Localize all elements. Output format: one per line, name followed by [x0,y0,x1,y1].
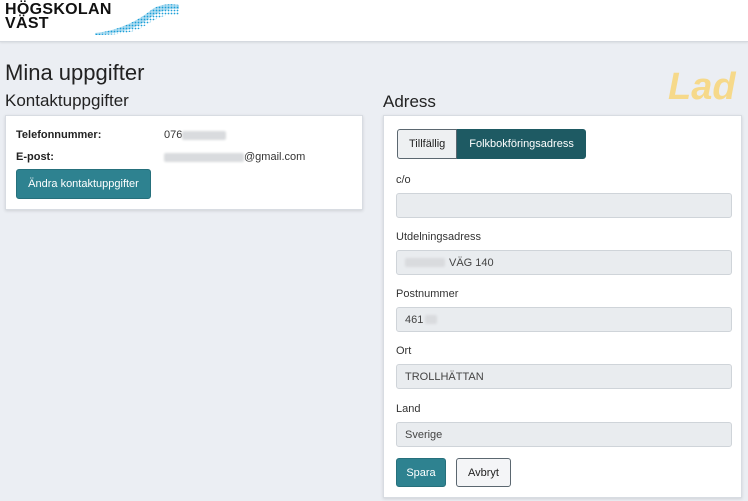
edit-contact-button[interactable]: Ändra kontaktuppgifter [16,169,151,199]
redacted-postal [425,315,438,324]
top-bar: HÖGSKOLAN VÄST [0,0,748,42]
country-input[interactable]: Sverige [396,422,732,447]
co-label: c/o [396,174,411,186]
postal-label: Postnummer [396,288,459,300]
address-type-tabs: Tillfällig Folkbokföringsadress [397,129,586,159]
university-logo[interactable]: HÖGSKOLAN VÄST [5,2,180,37]
street-value: VÄG 140 [449,256,494,269]
co-input[interactable] [396,193,732,218]
contact-section-title: Kontaktuppgifter [5,91,129,110]
street-label: Utdelningsadress [396,231,481,243]
street-input[interactable]: VÄG 140 [396,250,732,275]
cancel-button[interactable]: Avbryt [456,458,511,487]
page-title: Mina uppgifter [5,60,145,85]
postal-input[interactable]: 461 [396,307,732,332]
email-value-visible: @gmail.com [244,151,306,163]
contact-card: Telefonnummer: 076 E-post: @gmail.com Än… [5,115,363,210]
email-label: E-post: [16,151,54,163]
country-label: Land [396,403,421,415]
phone-label: Telefonnummer: [16,129,102,141]
email-value: @gmail.com [164,151,305,163]
city-input[interactable]: TROLLHÄTTAN [396,364,732,389]
city-label: Ort [396,345,412,357]
address-section-title: Adress [383,92,436,111]
phone-value: 076 [164,129,227,141]
tab-folkbokforingsadress[interactable]: Folkbokföringsadress [457,129,586,159]
logo-wave-icon [95,4,179,35]
loading-text: Lad [668,66,736,108]
save-button[interactable]: Spara [396,458,446,487]
redacted-street [405,258,445,267]
tab-tillfallig[interactable]: Tillfällig [397,129,458,159]
redacted-email [164,152,244,162]
redacted-phone [182,130,227,140]
phone-value-visible: 076 [164,129,183,141]
address-card: Tillfällig Folkbokföringsadress c/o Utde… [383,115,742,498]
postal-value: 461 [405,313,424,326]
